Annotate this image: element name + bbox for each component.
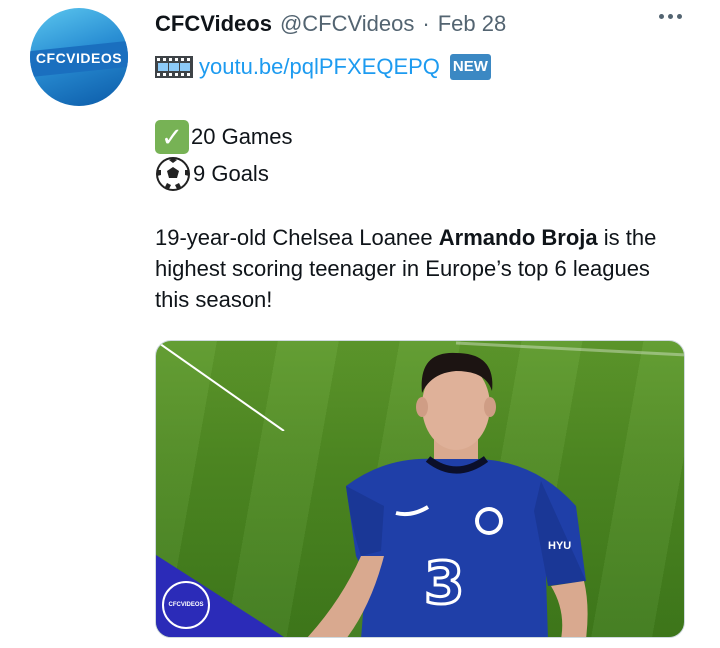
stat-goals: 9 Goals [155, 156, 269, 192]
display-name[interactable]: CFCVideos [155, 11, 272, 37]
new-badge: NEW [449, 54, 491, 80]
tweet-date[interactable]: Feb 28 [438, 11, 507, 37]
watermark-text: CFCVIDEOS [168, 602, 204, 608]
user-handle[interactable]: @CFCVideos [280, 11, 414, 37]
sleeve-sponsor-text: HYU [548, 540, 571, 552]
check-mark-icon: ✓ [155, 120, 189, 154]
cfcvideos-watermark-logo: CFCVIDEOS [162, 581, 210, 629]
stat-games: ✓ 20 Games [155, 120, 293, 154]
avatar-text: CFCVIDEOS [35, 50, 123, 66]
watermark-stripe [156, 341, 285, 431]
tweet-image[interactable]: 3 HYU CFCVIDEOS [155, 340, 685, 638]
more-options-icon[interactable] [659, 14, 682, 19]
tweet-header: CFCVideos @CFCVideos · Feb 28 [155, 10, 690, 38]
avatar[interactable]: CFCVIDEOS [30, 8, 128, 106]
film-frames-icon [155, 56, 193, 78]
player-name: Armando Broja [438, 225, 598, 250]
link-line: youtu.be/pqlPFXEQEPQ NEW [155, 54, 491, 80]
soccer-ball-icon [156, 157, 190, 191]
youtube-link[interactable]: youtu.be/pqlPFXEQEPQ [199, 54, 440, 80]
stat-games-text: 20 Games [191, 124, 293, 149]
tweet-text: 19-year-old Chelsea Loanee Armando Broja… [155, 222, 675, 315]
stat-goals-text: 9 Goals [193, 161, 269, 186]
tweet-text-start: 19-year-old Chelsea Loanee [155, 225, 439, 250]
separator: · [422, 11, 430, 36]
svg-text:3: 3 [424, 549, 464, 617]
